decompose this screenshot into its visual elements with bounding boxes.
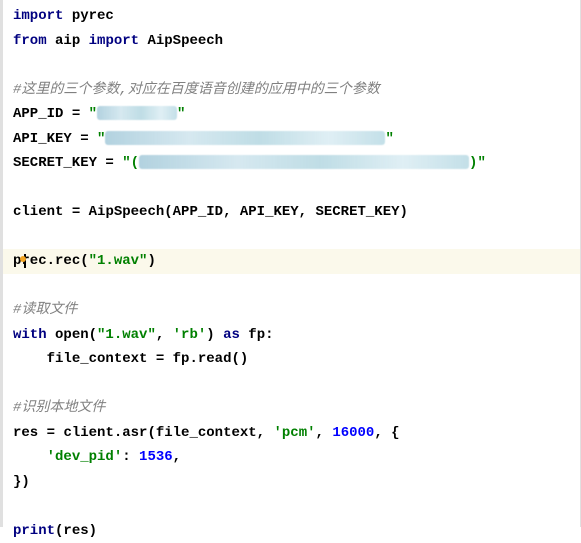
code-line: from aip import AipSpeech	[13, 29, 570, 54]
variable: API_KEY	[13, 131, 72, 147]
code-line: client = AipSpeech(APP_ID, API_KEY, SECR…	[13, 200, 570, 225]
variable: fp:	[240, 327, 274, 343]
blank-line	[13, 176, 570, 201]
string-quote: "	[97, 131, 105, 147]
comment: #这里的三个参数,对应在百度语音创建的应用中的三个参数	[13, 82, 380, 98]
string-literal: "1.wav"	[89, 253, 148, 269]
operator: =	[72, 131, 97, 147]
code-line: #读取文件	[13, 298, 570, 323]
function-call: open(	[47, 327, 97, 343]
blank-line	[13, 274, 570, 299]
operator: =	[38, 425, 63, 441]
string-literal: 'rb'	[173, 327, 207, 343]
keyword-with: with	[13, 327, 47, 343]
code-line: import pyrec	[13, 4, 570, 29]
blank-line	[13, 372, 570, 397]
code-line: })	[13, 470, 570, 495]
code-line: 'dev_pid': 1536,	[13, 445, 570, 470]
code-line: API_KEY = " "	[13, 127, 570, 152]
code-line: file_context = fp.read()	[13, 347, 570, 372]
variable: client	[13, 204, 63, 220]
dict-key: 'dev_pid'	[47, 449, 123, 465]
code-line: res = client.asr(file_context, 'pcm', 16…	[13, 421, 570, 446]
keyword-import: import	[89, 33, 139, 49]
string-quote: "	[89, 106, 97, 122]
string-quote: )"	[469, 155, 486, 171]
blank-line	[13, 53, 570, 78]
paren-close: )	[89, 523, 97, 539]
variable: file_context	[47, 351, 148, 367]
keyword-from: from	[13, 33, 47, 49]
indent	[13, 449, 47, 465]
operator: =	[147, 351, 172, 367]
code-line-highlighted: prec.rec("1.wav")	[3, 249, 580, 274]
string-quote: "(	[122, 155, 139, 171]
paren-close: )	[147, 253, 155, 269]
operator: =	[63, 106, 88, 122]
paren-close: )	[206, 327, 223, 343]
comment: #读取文件	[13, 302, 77, 318]
class-name: AipSpeech	[147, 33, 223, 49]
redacted-value	[139, 155, 469, 169]
variable: res	[63, 523, 88, 539]
redacted-value	[97, 106, 177, 120]
method-call: client.asr(file_context,	[63, 425, 273, 441]
keyword-as: as	[223, 327, 240, 343]
colon: :	[122, 449, 139, 465]
number-literal: 16000	[332, 425, 374, 441]
code-line: #这里的三个参数,对应在百度语音创建的应用中的三个参数	[13, 78, 570, 103]
code-line: #识别本地文件	[13, 396, 570, 421]
brace-close: })	[13, 474, 30, 490]
comma: ,	[316, 425, 333, 441]
variable: res	[13, 425, 38, 441]
code-line: with open("1.wav", 'rb') as fp:	[13, 323, 570, 348]
number-literal: 1536	[139, 449, 173, 465]
method-call: fp.read()	[173, 351, 249, 367]
code-editor[interactable]: import pyrec from aip import AipSpeech #…	[13, 4, 570, 543]
code-line: SECRET_KEY = "( )"	[13, 151, 570, 176]
variable: SECRET_KEY	[13, 155, 97, 171]
string-quote: "	[177, 106, 185, 122]
keyword-import: import	[13, 8, 63, 24]
variable: APP_ID	[13, 106, 63, 122]
comma: ,	[173, 449, 181, 465]
module-name: pyrec	[72, 8, 114, 24]
string-quote: "	[385, 131, 393, 147]
function-call: AipSpeech(APP_ID, API_KEY, SECRET_KEY)	[89, 204, 408, 220]
redacted-value	[105, 131, 385, 145]
comment: #识别本地文件	[13, 400, 105, 416]
module-name: aip	[55, 33, 80, 49]
indent	[13, 351, 47, 367]
identifier: rec.rec(	[21, 253, 88, 269]
blank-line	[13, 494, 570, 519]
blank-line	[13, 225, 570, 250]
builtin-print: print	[13, 523, 55, 539]
string-literal: "1.wav"	[97, 327, 156, 343]
comma: ,	[156, 327, 173, 343]
code-line: APP_ID = " "	[13, 102, 570, 127]
string-literal: 'pcm'	[273, 425, 315, 441]
operator: =	[63, 204, 88, 220]
operator: =	[97, 155, 122, 171]
code-line: print(res)	[13, 519, 570, 543]
tail: , {	[374, 425, 399, 441]
